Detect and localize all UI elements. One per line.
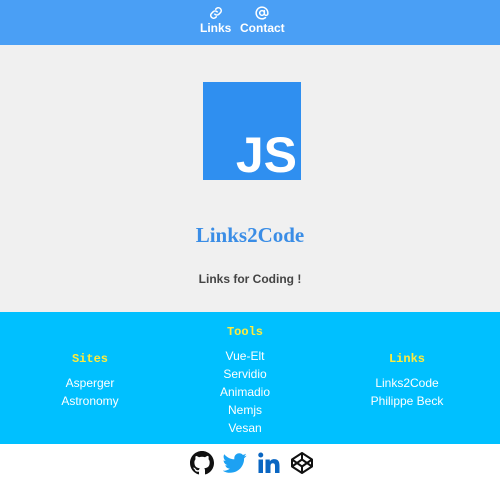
logo-text: JS <box>236 127 297 180</box>
sites-column: Sites Asperger Astronomy <box>30 352 150 410</box>
linkedin-icon[interactable] <box>257 451 281 475</box>
top-navigation: Links Contact <box>0 0 500 45</box>
javascript-logo: JS <box>203 82 301 180</box>
tool-link-servidio[interactable]: Servidio <box>185 365 305 383</box>
twitter-icon[interactable] <box>223 451 247 475</box>
site-link-astronomy[interactable]: Astronomy <box>30 392 150 410</box>
links-heading: Links <box>388 352 425 366</box>
site-link-asperger[interactable]: Asperger <box>30 374 150 392</box>
link-links2code[interactable]: Links2Code <box>347 374 467 392</box>
tool-link-vesan[interactable]: Vesan <box>185 419 305 437</box>
nav-contact-link[interactable]: Contact <box>240 6 285 35</box>
hero-section: JS Links2Code Links for Coding ! <box>0 45 500 312</box>
tools-column: Tools Vue-Elt Servidio Animadio Nemjs Ve… <box>185 325 305 437</box>
tagline: Links for Coding ! <box>198 272 302 286</box>
nav-links-label: Links <box>200 21 232 35</box>
tool-link-vue-elt[interactable]: Vue-Elt <box>185 347 305 365</box>
at-icon <box>255 6 269 20</box>
link-icon <box>209 7 222 19</box>
links-column: Links Links2Code Philippe Beck <box>347 352 467 410</box>
github-icon[interactable] <box>190 451 214 475</box>
social-bar <box>0 444 500 500</box>
codepen-icon[interactable] <box>290 451 314 475</box>
tool-link-nemjs[interactable]: Nemjs <box>185 401 305 419</box>
tools-heading: Tools <box>226 325 263 339</box>
footer-links-section: Sites Asperger Astronomy Tools Vue-Elt S… <box>0 312 500 444</box>
tool-link-animadio[interactable]: Animadio <box>185 383 305 401</box>
nav-contact-label: Contact <box>240 21 285 35</box>
sites-heading: Sites <box>71 352 108 366</box>
link-philippe-beck[interactable]: Philippe Beck <box>347 392 467 410</box>
nav-links-link[interactable]: Links <box>200 6 231 35</box>
site-title: Links2Code <box>195 223 305 247</box>
